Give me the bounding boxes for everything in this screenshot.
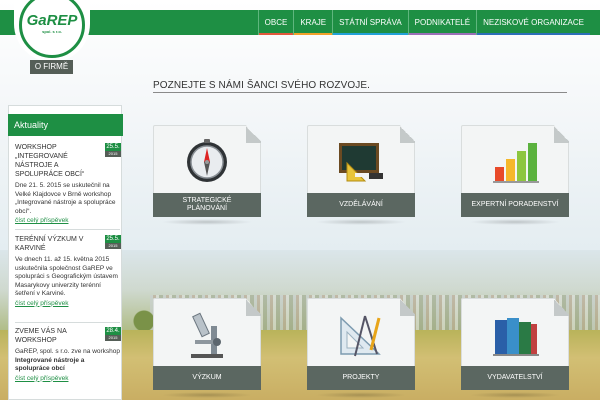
news-item: TERÉNNÍ VÝZKUM V KARVINÉ 25.5. 2015 Ve d… <box>15 235 121 308</box>
nav-color-bar <box>258 33 294 35</box>
tile-vydavatelstvi[interactable]: VYDAVATELSTVÍ <box>461 298 569 398</box>
news-read-more-link[interactable]: číst celý příspěvek <box>15 299 120 308</box>
tile-shadow <box>161 219 253 225</box>
tile-projekty[interactable]: PROJEKTY <box>307 298 415 398</box>
tile-shadow <box>161 392 253 398</box>
tile-fold <box>400 125 415 143</box>
news-text-intro: GaREP, spol. s r.o. zve na workshop <box>15 348 121 355</box>
nav-item-kraje[interactable]: KRAJE <box>293 10 333 35</box>
sidebar-title: Aktuality <box>8 114 123 136</box>
books-icon <box>493 318 539 356</box>
news-text: Dne 21. 5. 2015 se uskutečnil na Velké K… <box>15 182 116 215</box>
news-title[interactable]: ZVEME VÁS NA WORKSHOP <box>15 327 95 345</box>
tile-strategicke-planovani[interactable]: STRATEGICKÉ PLÁNOVÁNÍ <box>153 125 261 225</box>
microscope-icon <box>191 312 223 358</box>
tile-shadow <box>315 392 407 398</box>
tile-label: PROJEKTY <box>307 366 415 390</box>
logo-subtext: spol. s r.o. <box>42 29 62 34</box>
nav-item-label: NEZISKOVÉ ORGANIZACE <box>483 18 584 27</box>
tile-fold <box>400 298 415 316</box>
tile-label: STRATEGICKÉ PLÁNOVÁNÍ <box>153 193 261 217</box>
news-read-more-link[interactable]: číst celý příspěvek <box>15 374 120 383</box>
news-text: Ve dnech 11. až 15. května 2015 uskutečn… <box>15 256 118 297</box>
news-title[interactable]: TERÉNNÍ VÝZKUM V KARVINÉ <box>15 235 95 253</box>
news-sidebar: Aktuality WORKSHOP „INTEGROVANÉ NÁSTROJE… <box>8 105 123 400</box>
nav-item-statni-sprava[interactable]: STÁTNÍ SPRÁVA <box>332 10 408 35</box>
news-date-day: 25.5. <box>105 143 121 151</box>
news-date-badge: 25.5. 2015 <box>105 143 121 157</box>
news-date-badge: 25.5. 2015 <box>105 235 121 249</box>
nav-color-bar <box>294 33 333 35</box>
news-date-year: 2015 <box>105 335 121 341</box>
tile-shadow <box>315 219 407 225</box>
nav-color-bar <box>333 33 408 35</box>
nav-item-podnikatele[interactable]: PODNIKATELÉ <box>407 10 477 35</box>
nav-item-obce[interactable]: OBCE <box>257 10 294 35</box>
news-read-more-link[interactable]: číst celý příspěvek <box>15 216 120 225</box>
nav-item-neziskove-organizace[interactable]: NEZISKOVÉ ORGANIZACE <box>476 10 590 35</box>
page-title: POZNEJTE S NÁMI ŠANCI SVÉHO ROZVOJE. <box>153 80 370 91</box>
tile-vyzkum[interactable]: VÝZKUM <box>153 298 261 398</box>
news-item: WORKSHOP „INTEGROVANÉ NÁSTROJE A SPOLUPR… <box>15 143 121 225</box>
tile-label: VYDAVATELSTVÍ <box>461 366 569 390</box>
news-item: ZVEME VÁS NA WORKSHOP 28.4. 2015 GaREP, … <box>15 327 121 383</box>
nav-item-label: STÁTNÍ SPRÁVA <box>339 18 402 27</box>
news-date-badge: 28.4. 2015 <box>105 327 121 341</box>
logo[interactable]: GaREP spol. s r.o. <box>14 0 90 62</box>
news-divider <box>15 322 120 323</box>
tile-fold <box>246 125 261 143</box>
news-date-year: 2015 <box>105 151 121 157</box>
nav-color-bar <box>408 33 477 35</box>
compass-icon <box>187 139 227 182</box>
o-firme-button[interactable]: O FIRMĚ <box>30 60 73 74</box>
nav-item-label: PODNIKATELÉ <box>414 18 471 27</box>
news-text: GaREP, spol. s r.o. zve na workshop Inte… <box>15 348 120 374</box>
tile-fold <box>246 298 261 316</box>
chalkboard-icon <box>339 143 383 182</box>
tile-label: EXPERTNÍ PORADENSTVÍ <box>461 193 569 217</box>
news-text-bold: Integrované nástroje a spolupráce obcí <box>15 356 85 373</box>
tile-expertni-poradenstvi[interactable]: EXPERTNÍ PORADENSTVÍ <box>461 125 569 225</box>
tile-label: VÝZKUM <box>153 366 261 390</box>
tile-vzdelavani[interactable]: VZDĚLÁVÁNÍ <box>307 125 415 225</box>
tile-shadow <box>469 392 561 398</box>
news-date-year: 2015 <box>105 243 121 249</box>
news-date-day: 28.4. <box>105 327 121 335</box>
nav-color-bar <box>477 33 590 35</box>
logo-text: GaREP <box>26 12 78 29</box>
news-title[interactable]: WORKSHOP „INTEGROVANÉ NÁSTROJE A SPOLUPR… <box>15 143 95 179</box>
bar-chart-icon <box>493 143 539 183</box>
news-divider <box>15 229 120 230</box>
news-date-day: 25.5. <box>105 235 121 243</box>
nav-item-label: KRAJE <box>300 18 327 27</box>
tile-fold <box>554 125 569 143</box>
title-divider <box>153 92 567 93</box>
tile-fold <box>554 298 569 316</box>
main-nav: OBCE KRAJE STÁTNÍ SPRÁVA PODNIKATELÉ NEZ… <box>257 10 590 35</box>
tile-shadow <box>469 219 561 225</box>
nav-item-label: OBCE <box>264 18 288 27</box>
tile-label: VZDĚLÁVÁNÍ <box>307 193 415 217</box>
drafting-tools-icon <box>340 315 381 357</box>
